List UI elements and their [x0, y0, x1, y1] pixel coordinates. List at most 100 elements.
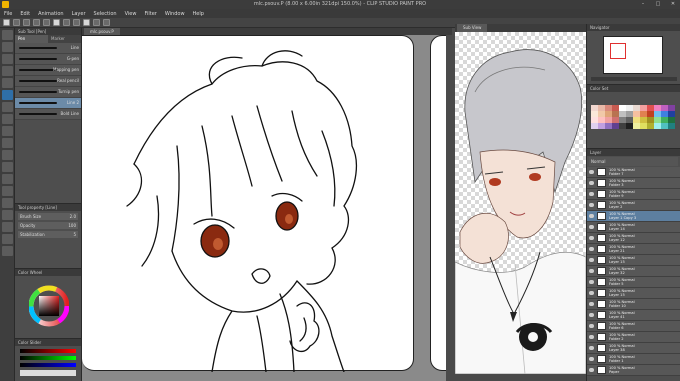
brush-item[interactable]: Turnip pen — [15, 87, 81, 98]
opacity-row[interactable]: Opacity 100 — [18, 222, 78, 229]
color-swatch[interactable] — [591, 123, 598, 129]
layer-row[interactable]: 100 % Normal Layer 14 — [587, 222, 680, 233]
brush-item[interactable]: Bold Line — [15, 109, 81, 120]
balloon-tool-icon[interactable] — [2, 234, 13, 244]
minimize-icon[interactable]: – — [638, 0, 648, 9]
layer-row[interactable]: 100 % Normal Layer 21 — [587, 244, 680, 255]
layer-row[interactable]: 100 % Normal Layer 32 — [587, 266, 680, 277]
eraser-tool-icon[interactable] — [2, 138, 13, 148]
eyedropper-tool-icon[interactable] — [2, 78, 13, 88]
subview-canvas[interactable] — [455, 32, 586, 374]
layer-row[interactable]: 100 % Normal Layer 2 — [587, 200, 680, 211]
brush-size-row[interactable]: Brush Size 2.0 — [18, 213, 78, 220]
transform-icon[interactable] — [73, 19, 80, 26]
tab-pen[interactable]: Pen — [15, 35, 48, 43]
clear-icon[interactable] — [53, 19, 60, 26]
brush-item[interactable]: Line — [15, 43, 81, 54]
color-swatch[interactable] — [647, 123, 654, 129]
brush-item[interactable]: Real pencil — [15, 76, 81, 87]
brush-item[interactable]: Line 2 — [15, 98, 81, 109]
figure-tool-icon[interactable] — [2, 186, 13, 196]
menu-layer[interactable]: Layer — [72, 11, 86, 17]
eye-icon[interactable] — [589, 346, 594, 350]
navigator-zoom-slider[interactable] — [591, 77, 677, 81]
layer-row[interactable]: 100 % Normal Folder 10 — [587, 299, 680, 310]
eye-icon[interactable] — [589, 181, 594, 185]
menu-edit[interactable]: Edit — [20, 11, 30, 17]
crop-icon[interactable] — [93, 19, 100, 26]
layer-row[interactable]: 100 % Normal Folder 6 — [587, 321, 680, 332]
layer-row[interactable]: 100 % Normal Folder 5 — [587, 277, 680, 288]
frame-tool-icon[interactable] — [2, 198, 13, 208]
color-swatch[interactable] — [668, 123, 675, 129]
pen-tool-icon[interactable] — [2, 90, 13, 100]
subview-scrollbar[interactable] — [455, 374, 586, 381]
blue-slider[interactable] — [20, 363, 76, 367]
layer-row[interactable]: 100 % Normal Layer 41 — [587, 310, 680, 321]
subview-tab[interactable]: Sub View — [457, 24, 488, 32]
layer-row[interactable]: 100 % Normal Folder 7 — [587, 167, 680, 178]
menu-animation[interactable]: Animation — [38, 11, 64, 17]
close-icon[interactable]: ✕ — [668, 0, 678, 9]
undo-icon[interactable] — [33, 19, 40, 26]
main-canvas[interactable] — [82, 35, 452, 381]
eye-icon[interactable] — [589, 214, 594, 218]
eye-icon[interactable] — [589, 170, 594, 174]
menu-selection[interactable]: Selection — [94, 11, 117, 17]
airbrush-tool-icon[interactable] — [2, 126, 13, 136]
fill-tool-icon[interactable] — [2, 162, 13, 172]
canvas-paper[interactable] — [82, 35, 414, 372]
eye-icon[interactable] — [589, 302, 594, 306]
new-file-icon[interactable] — [3, 19, 10, 26]
text-tool-icon[interactable] — [2, 222, 13, 232]
layer-row[interactable]: 100 % Normal Paper — [587, 365, 680, 376]
green-slider[interactable] — [20, 356, 76, 360]
fill-icon[interactable] — [63, 19, 70, 26]
color-wheel[interactable] — [29, 278, 69, 336]
eye-icon[interactable] — [589, 368, 594, 372]
layer-row[interactable]: 100 % Normal Folder 3 — [587, 178, 680, 189]
eye-icon[interactable] — [589, 258, 594, 262]
eye-icon[interactable] — [589, 269, 594, 273]
menu-view[interactable]: View — [125, 11, 137, 17]
redo-icon[interactable] — [43, 19, 50, 26]
menu-filter[interactable]: Filter — [144, 11, 156, 17]
layer-row[interactable]: 100 % Normal Layer 12 — [587, 233, 680, 244]
color-indicator[interactable] — [20, 370, 76, 376]
color-swatch[interactable] — [654, 123, 661, 129]
deselect-icon[interactable] — [83, 19, 90, 26]
brush-tool-icon[interactable] — [2, 114, 13, 124]
eye-icon[interactable] — [589, 280, 594, 284]
color-swatch[interactable] — [619, 123, 626, 129]
eye-icon[interactable] — [589, 192, 594, 196]
blend-mode-select[interactable]: Normal — [589, 157, 678, 166]
selection-tool-icon[interactable] — [2, 66, 13, 76]
menu-help[interactable]: Help — [193, 11, 204, 17]
brush-item[interactable]: G-pen — [15, 54, 81, 65]
color-swatch[interactable] — [598, 123, 605, 129]
color-swatch[interactable] — [605, 123, 612, 129]
maximize-icon[interactable]: □ — [653, 0, 663, 9]
snap-icon[interactable] — [103, 19, 110, 26]
eye-icon[interactable] — [589, 291, 594, 295]
eye-icon[interactable] — [589, 247, 594, 251]
canvas-tab[interactable]: mlc.psouv.P — [84, 28, 120, 35]
color-swatch[interactable] — [626, 123, 633, 129]
stabilization-row[interactable]: Stabilization 5 — [18, 231, 78, 238]
menu-window[interactable]: Window — [165, 11, 185, 17]
navigator-viewport[interactable] — [610, 43, 626, 59]
eye-icon[interactable] — [589, 203, 594, 207]
blend-tool-icon[interactable] — [2, 150, 13, 160]
eye-icon[interactable] — [589, 335, 594, 339]
layer-row[interactable]: 100 % Normal Layer 15 — [587, 288, 680, 299]
gradient-tool-icon[interactable] — [2, 174, 13, 184]
eye-icon[interactable] — [589, 225, 594, 229]
navigator-thumbnail[interactable] — [603, 36, 663, 74]
tab-marker[interactable]: Marker — [48, 35, 81, 43]
eye-icon[interactable] — [589, 324, 594, 328]
eye-icon[interactable] — [589, 357, 594, 361]
layer-row[interactable]: 100 % Normal Layer 1 Copy 3 — [587, 211, 680, 222]
layer-row[interactable]: 100 % Normal Layer 15 — [587, 255, 680, 266]
operation-tool-icon[interactable] — [2, 42, 13, 52]
red-slider[interactable] — [20, 349, 76, 353]
